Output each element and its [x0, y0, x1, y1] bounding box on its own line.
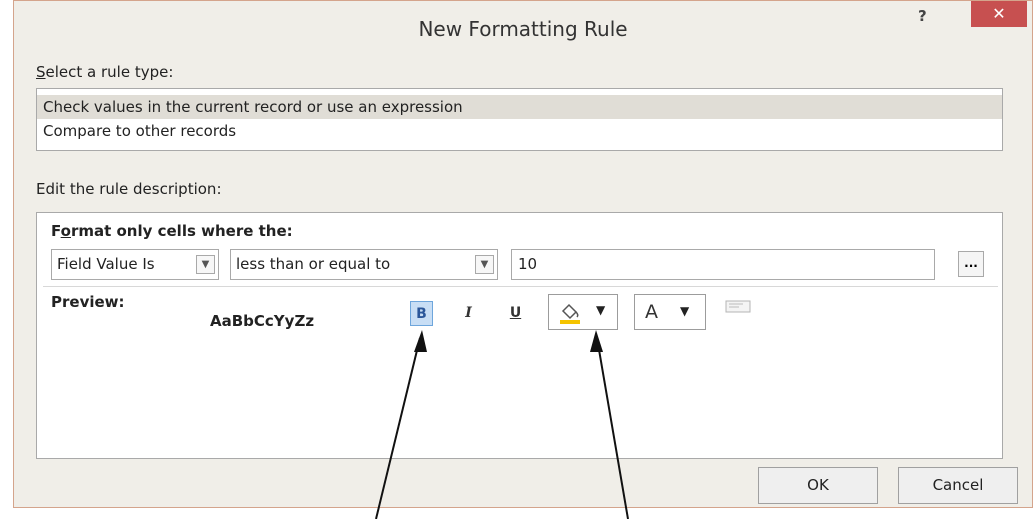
conditional-format-icon [725, 300, 751, 313]
fill-color-button[interactable]: ▼ [548, 294, 618, 330]
rule-type-item-compare[interactable]: Compare to other records [37, 119, 1002, 143]
format-only-label: Format only cells where the: [51, 222, 293, 240]
builder-ellipsis-icon[interactable]: ... [958, 251, 984, 277]
value-input[interactable]: 10 [511, 249, 935, 280]
close-icon: ✕ [992, 4, 1006, 23]
preview-label: Preview: [51, 293, 125, 311]
dropdown-arrow-icon: ▼ [596, 303, 606, 317]
ok-button[interactable]: OK [758, 467, 878, 504]
title-bar: New Formatting Rule ? ✕ [14, 1, 1032, 51]
dropdown-arrow-icon[interactable]: ▼ [475, 255, 494, 274]
dropdown-arrow-icon[interactable]: ▼ [196, 255, 215, 274]
fill-color-icon [560, 303, 580, 324]
new-formatting-rule-dialog: New Formatting Rule ? ✕ Select a rule ty… [13, 0, 1033, 508]
underline-button[interactable]: U [504, 301, 527, 326]
dropdown-arrow-icon: ▼ [680, 304, 690, 318]
rule-type-list[interactable]: Check values in the current record or us… [36, 88, 1003, 151]
rule-type-label: Select a rule type: [36, 63, 174, 81]
field-value-combo-text: Field Value Is [57, 255, 155, 273]
cancel-button[interactable]: Cancel [898, 467, 1018, 504]
dialog-title: New Formatting Rule [418, 17, 628, 41]
italic-button[interactable]: I [457, 301, 480, 326]
close-button[interactable]: ✕ [971, 1, 1027, 27]
operator-combo-text: less than or equal to [236, 255, 391, 273]
font-color-button[interactable]: A ▼ [634, 294, 706, 330]
rule-type-item-check-values[interactable]: Check values in the current record or us… [37, 95, 1002, 119]
separator [43, 286, 998, 287]
help-icon[interactable]: ? [918, 7, 927, 25]
operator-combo[interactable]: less than or equal to ▼ [230, 249, 498, 280]
preview-sample-text: AaBbCcYyZz [210, 312, 315, 330]
bold-button[interactable]: B [410, 301, 433, 326]
font-color-icon: A [645, 301, 658, 323]
edit-description-label: Edit the rule description: [36, 180, 222, 198]
rule-description-panel: Format only cells where the: Field Value… [36, 212, 1003, 459]
field-value-combo[interactable]: Field Value Is ▼ [51, 249, 219, 280]
